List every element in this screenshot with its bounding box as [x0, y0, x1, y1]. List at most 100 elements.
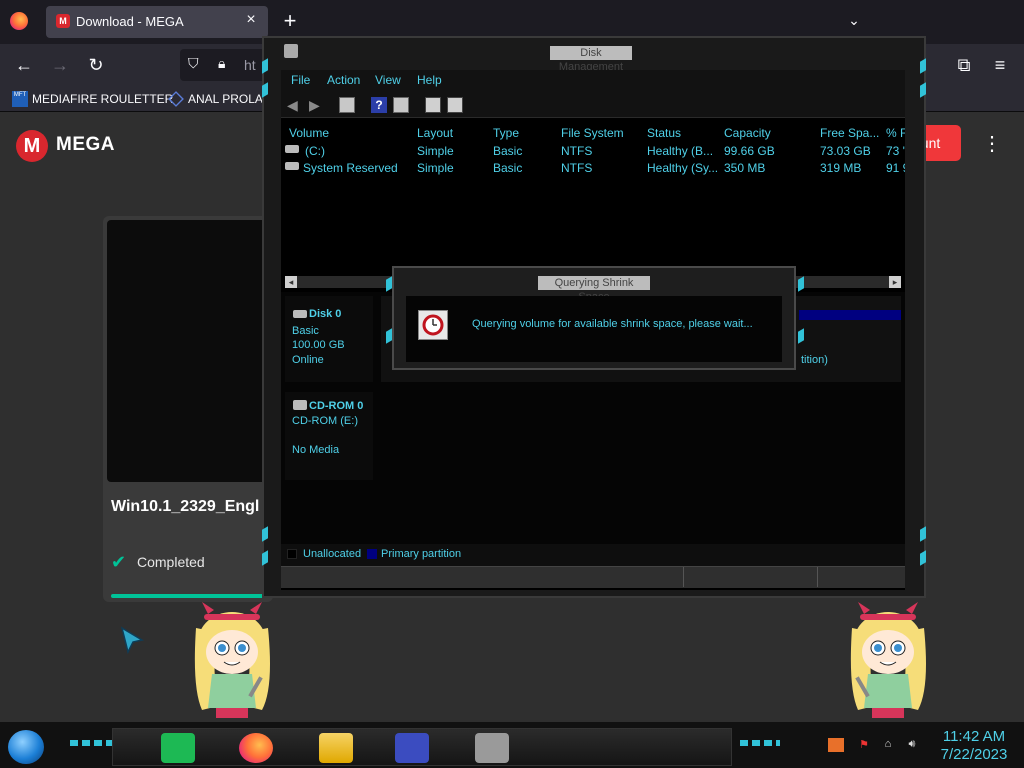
- column-file-system[interactable]: File System: [561, 126, 624, 140]
- mega-logo-icon[interactable]: M: [16, 130, 48, 162]
- check-icon: ✔: [111, 552, 127, 572]
- disk-type: Basic: [292, 325, 319, 337]
- file-preview: [107, 220, 273, 482]
- disk-management-titlebar[interactable]: Disk Management: [284, 44, 898, 73]
- cell-status: Healthy (B...: [647, 144, 714, 158]
- forward-button[interactable]: →: [46, 51, 74, 79]
- checklist-icon[interactable]: [447, 97, 463, 113]
- table-row[interactable]: (C:) Simple Basic NTFS Healthy (B... 99.…: [281, 142, 905, 158]
- details-icon[interactable]: [393, 97, 409, 113]
- cell-layout: Simple: [417, 144, 454, 158]
- disk-management-taskbar-icon[interactable]: [475, 733, 509, 763]
- network-icon[interactable]: ⌂: [880, 738, 896, 752]
- cell-type: Basic: [493, 144, 523, 158]
- disk-state: No Media: [292, 444, 340, 456]
- menu-bar: File Action View Help: [281, 70, 905, 92]
- drive-icon: [285, 145, 299, 153]
- tray-app-icon[interactable]: [828, 738, 844, 752]
- chevron-down-icon[interactable]: ⌄: [842, 12, 866, 32]
- bookmark-anal-prola[interactable]: ANAL PROLA: [188, 90, 263, 108]
- disk-name: CD-ROM 0: [309, 400, 364, 412]
- column-free-space[interactable]: Free Spa...: [820, 126, 879, 140]
- url-text: ht: [244, 57, 256, 73]
- properties-icon[interactable]: [339, 97, 355, 113]
- cell-layout: Simple: [417, 161, 454, 175]
- scroll-right-icon[interactable]: ▸: [889, 276, 901, 288]
- more-options-icon[interactable]: ⋮: [982, 130, 1002, 158]
- back-button[interactable]: ←: [10, 51, 38, 79]
- cell-file-system: NTFS: [561, 144, 593, 158]
- taskbar: ⚑ ⌂ 🔊︎ 11:42 AM 7/22/2023: [0, 722, 1024, 768]
- legend-primary-partition: Primary partition: [381, 548, 462, 560]
- primary-partition-swatch: [367, 549, 377, 559]
- menu-icon[interactable]: ≡: [986, 51, 1014, 79]
- firefox-taskbar-icon[interactable]: [239, 733, 273, 763]
- partition-label[interactable]: tition): [801, 354, 828, 366]
- system-clock[interactable]: 11:42 AM 7/22/2023: [936, 728, 1012, 764]
- column-volume[interactable]: Volume: [289, 126, 329, 140]
- close-tab-icon[interactable]: ×: [242, 11, 260, 31]
- cell-volume: System Reserved: [303, 161, 398, 175]
- disk-management-app-icon: [284, 44, 298, 58]
- file-name: Win10.1_2329_Engl: [111, 498, 260, 515]
- download-status: Completed: [137, 554, 205, 570]
- disk-0-label[interactable]: Disk 0 Basic 100.00 GB Online: [285, 296, 373, 382]
- toolbar: ◀ ▶ ?: [281, 92, 905, 118]
- scroll-left-icon[interactable]: ◂: [285, 276, 297, 288]
- disk-size: 100.00 GB: [292, 339, 345, 351]
- querying-shrink-dialog[interactable]: Querying Shrink Space Querying volume fo…: [392, 266, 796, 370]
- rescan-icon[interactable]: [425, 97, 441, 113]
- clock-icon: [418, 310, 448, 340]
- shield-icon[interactable]: ⛉: [188, 55, 206, 75]
- column-status[interactable]: Status: [647, 126, 681, 140]
- column-layout[interactable]: Layout: [417, 126, 453, 140]
- file-explorer-icon[interactable]: [319, 733, 353, 763]
- cell-type: Basic: [493, 161, 523, 175]
- status-divider: [817, 567, 818, 587]
- help-icon[interactable]: ?: [371, 97, 387, 113]
- legend: Unallocated Primary partition: [281, 544, 905, 566]
- reload-button[interactable]: ↻: [82, 51, 110, 79]
- cell-status: Healthy (Sy...: [647, 161, 719, 175]
- disk-state: Online: [292, 354, 324, 366]
- forward-arrow-icon[interactable]: ▶: [309, 97, 325, 113]
- extensions-icon[interactable]: ⧉: [950, 51, 978, 79]
- menu-help[interactable]: Help: [417, 73, 442, 87]
- cell-percent-free: 91 9: [886, 161, 905, 175]
- cdrom-0-label[interactable]: CD-ROM 0 CD-ROM (E:) No Media: [285, 392, 373, 480]
- drive-icon: [285, 162, 299, 170]
- column-capacity[interactable]: Capacity: [724, 126, 771, 140]
- column-type[interactable]: Type: [493, 126, 519, 140]
- cdrom-icon: [293, 400, 307, 410]
- start-button[interactable]: [8, 730, 44, 764]
- star-butterfly-character-right: [850, 602, 926, 718]
- cell-capacity: 99.66 GB: [724, 144, 775, 158]
- tab-download-mega[interactable]: M Download - MEGA ×: [46, 6, 268, 38]
- cell-percent-free: 73 ': [886, 144, 905, 158]
- back-arrow-icon[interactable]: ◀: [287, 97, 303, 113]
- dialog-body: Querying volume for available shrink spa…: [406, 296, 782, 362]
- spotify-icon[interactable]: [161, 733, 195, 763]
- tray-flag-icon[interactable]: ⚑: [856, 738, 872, 752]
- table-row[interactable]: System Reserved Simple Basic NTFS Health…: [281, 159, 905, 175]
- control-panel-icon[interactable]: [395, 733, 429, 763]
- column-percent-free[interactable]: % F: [886, 126, 905, 140]
- download-card: Win10.1_2329_Engl ✔ Completed: [103, 216, 273, 602]
- mouse-cursor-icon: [120, 626, 144, 655]
- volume-icon[interactable]: 🔊︎: [904, 738, 920, 752]
- new-tab-button[interactable]: +: [278, 9, 302, 33]
- url-bar[interactable]: ⛉ 🔒︎ ht: [180, 49, 270, 81]
- taskbar-apps: [112, 728, 732, 766]
- menu-action[interactable]: Action: [327, 73, 360, 87]
- firefox-icon[interactable]: [10, 12, 28, 30]
- lock-icon[interactable]: 🔒︎: [218, 55, 234, 75]
- menu-view[interactable]: View: [375, 73, 401, 87]
- menu-file[interactable]: File: [291, 73, 310, 87]
- cell-capacity: 350 MB: [724, 161, 766, 175]
- star-butterfly-character-left: [194, 602, 270, 718]
- taskbar-accent: [740, 740, 780, 746]
- dialog-message: Querying volume for available shrink spa…: [472, 318, 753, 330]
- clock-time: 11:42 AM: [942, 728, 1006, 745]
- bookmark-mediafire-rouletter[interactable]: MEDIAFIRE ROULETTER: [32, 90, 173, 108]
- legend-unallocated: Unallocated: [303, 548, 362, 560]
